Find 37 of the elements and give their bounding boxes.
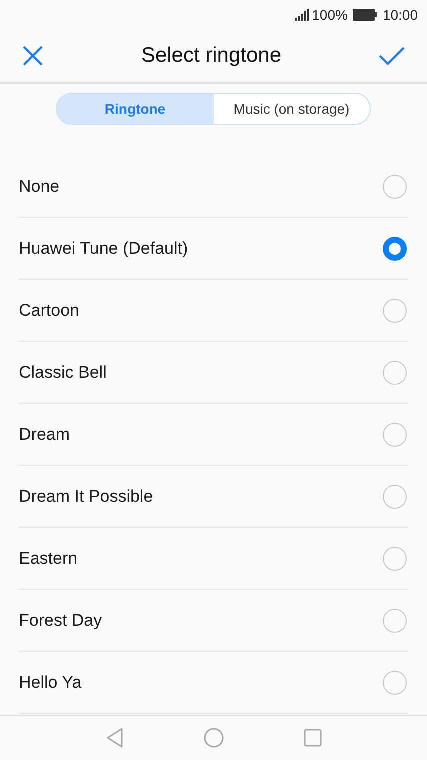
home-icon[interactable]	[204, 728, 224, 748]
radio-button[interactable]	[383, 670, 407, 694]
battery-percentage: 100%	[312, 6, 348, 24]
ringtone-row[interactable]: None	[19, 156, 408, 218]
ringtone-row[interactable]: Cartoon	[19, 280, 408, 342]
ringtone-name: None	[19, 176, 60, 198]
close-button[interactable]	[22, 45, 44, 67]
radio-button[interactable]	[383, 484, 407, 508]
ringtone-name: Dream	[19, 424, 70, 446]
ringtone-row[interactable]: Classic Bell	[19, 342, 408, 404]
ringtone-row[interactable]: Dream	[19, 404, 408, 466]
clock: 10:00	[382, 6, 418, 24]
ringtone-name: Dream It Possible	[19, 486, 154, 508]
ringtone-name: Cartoon	[19, 300, 80, 322]
radio-button[interactable]	[383, 608, 407, 632]
radio-button[interactable]	[383, 546, 407, 570]
ringtone-row[interactable]: Hello Ya	[19, 652, 408, 714]
back-icon[interactable]	[106, 728, 124, 748]
radio-button[interactable]	[383, 298, 407, 322]
ringtone-name: Eastern	[19, 548, 78, 570]
ringtone-row[interactable]: Huawei Tune (Default)	[19, 218, 408, 280]
signal-icon	[295, 9, 310, 21]
ringtone-name: Classic Bell	[19, 362, 107, 384]
screen-title: Select ringtone	[141, 43, 282, 70]
ringtone-name: Huawei Tune (Default)	[19, 238, 188, 260]
battery-icon	[352, 9, 377, 21]
radio-button[interactable]	[383, 174, 407, 198]
ringtone-row[interactable]: Forest Day	[19, 590, 408, 652]
ringtone-name: Hello Ya	[19, 672, 82, 694]
ringtone-row[interactable]: Eastern	[19, 528, 408, 590]
radio-button[interactable]	[383, 422, 407, 446]
ringtone-name: Forest Day	[19, 610, 102, 632]
ringtone-row[interactable]: Dream It Possible	[19, 466, 408, 528]
recents-icon[interactable]	[304, 729, 322, 747]
confirm-button[interactable]	[379, 45, 405, 67]
radio-button[interactable]	[383, 360, 407, 384]
radio-button[interactable]	[383, 236, 407, 260]
